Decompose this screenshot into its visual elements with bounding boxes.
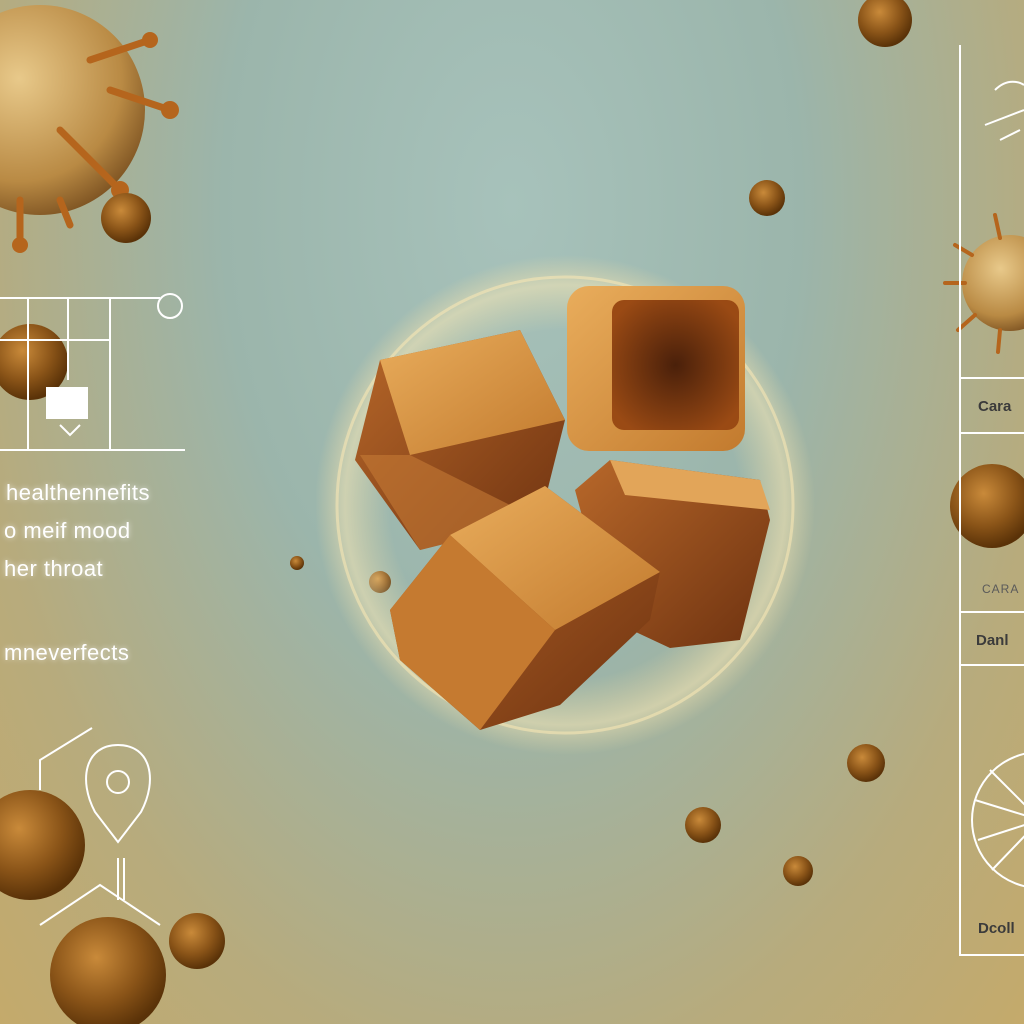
benefit-line-2: o meif mood [4, 518, 131, 543]
virus-right [943, 213, 1024, 354]
illustration-scene: healthennefits o meif mood her throat mn… [0, 0, 1024, 1029]
scene-svg [0, 0, 1024, 1029]
benefit-line-4: mneverfects [4, 640, 130, 665]
right-panel-label-2: CARA [982, 582, 1020, 596]
benefit-line-1: healthennefits [6, 480, 150, 505]
benefit-line-3: her throat [4, 556, 104, 581]
right-panel-label-3: Danl [976, 632, 1009, 649]
caramel-cube-2 [567, 286, 745, 451]
right-panel-label-1: Cara [978, 398, 1012, 415]
right-panel-label-4: Dcoll [978, 920, 1015, 937]
virus-top-left [0, 5, 179, 253]
